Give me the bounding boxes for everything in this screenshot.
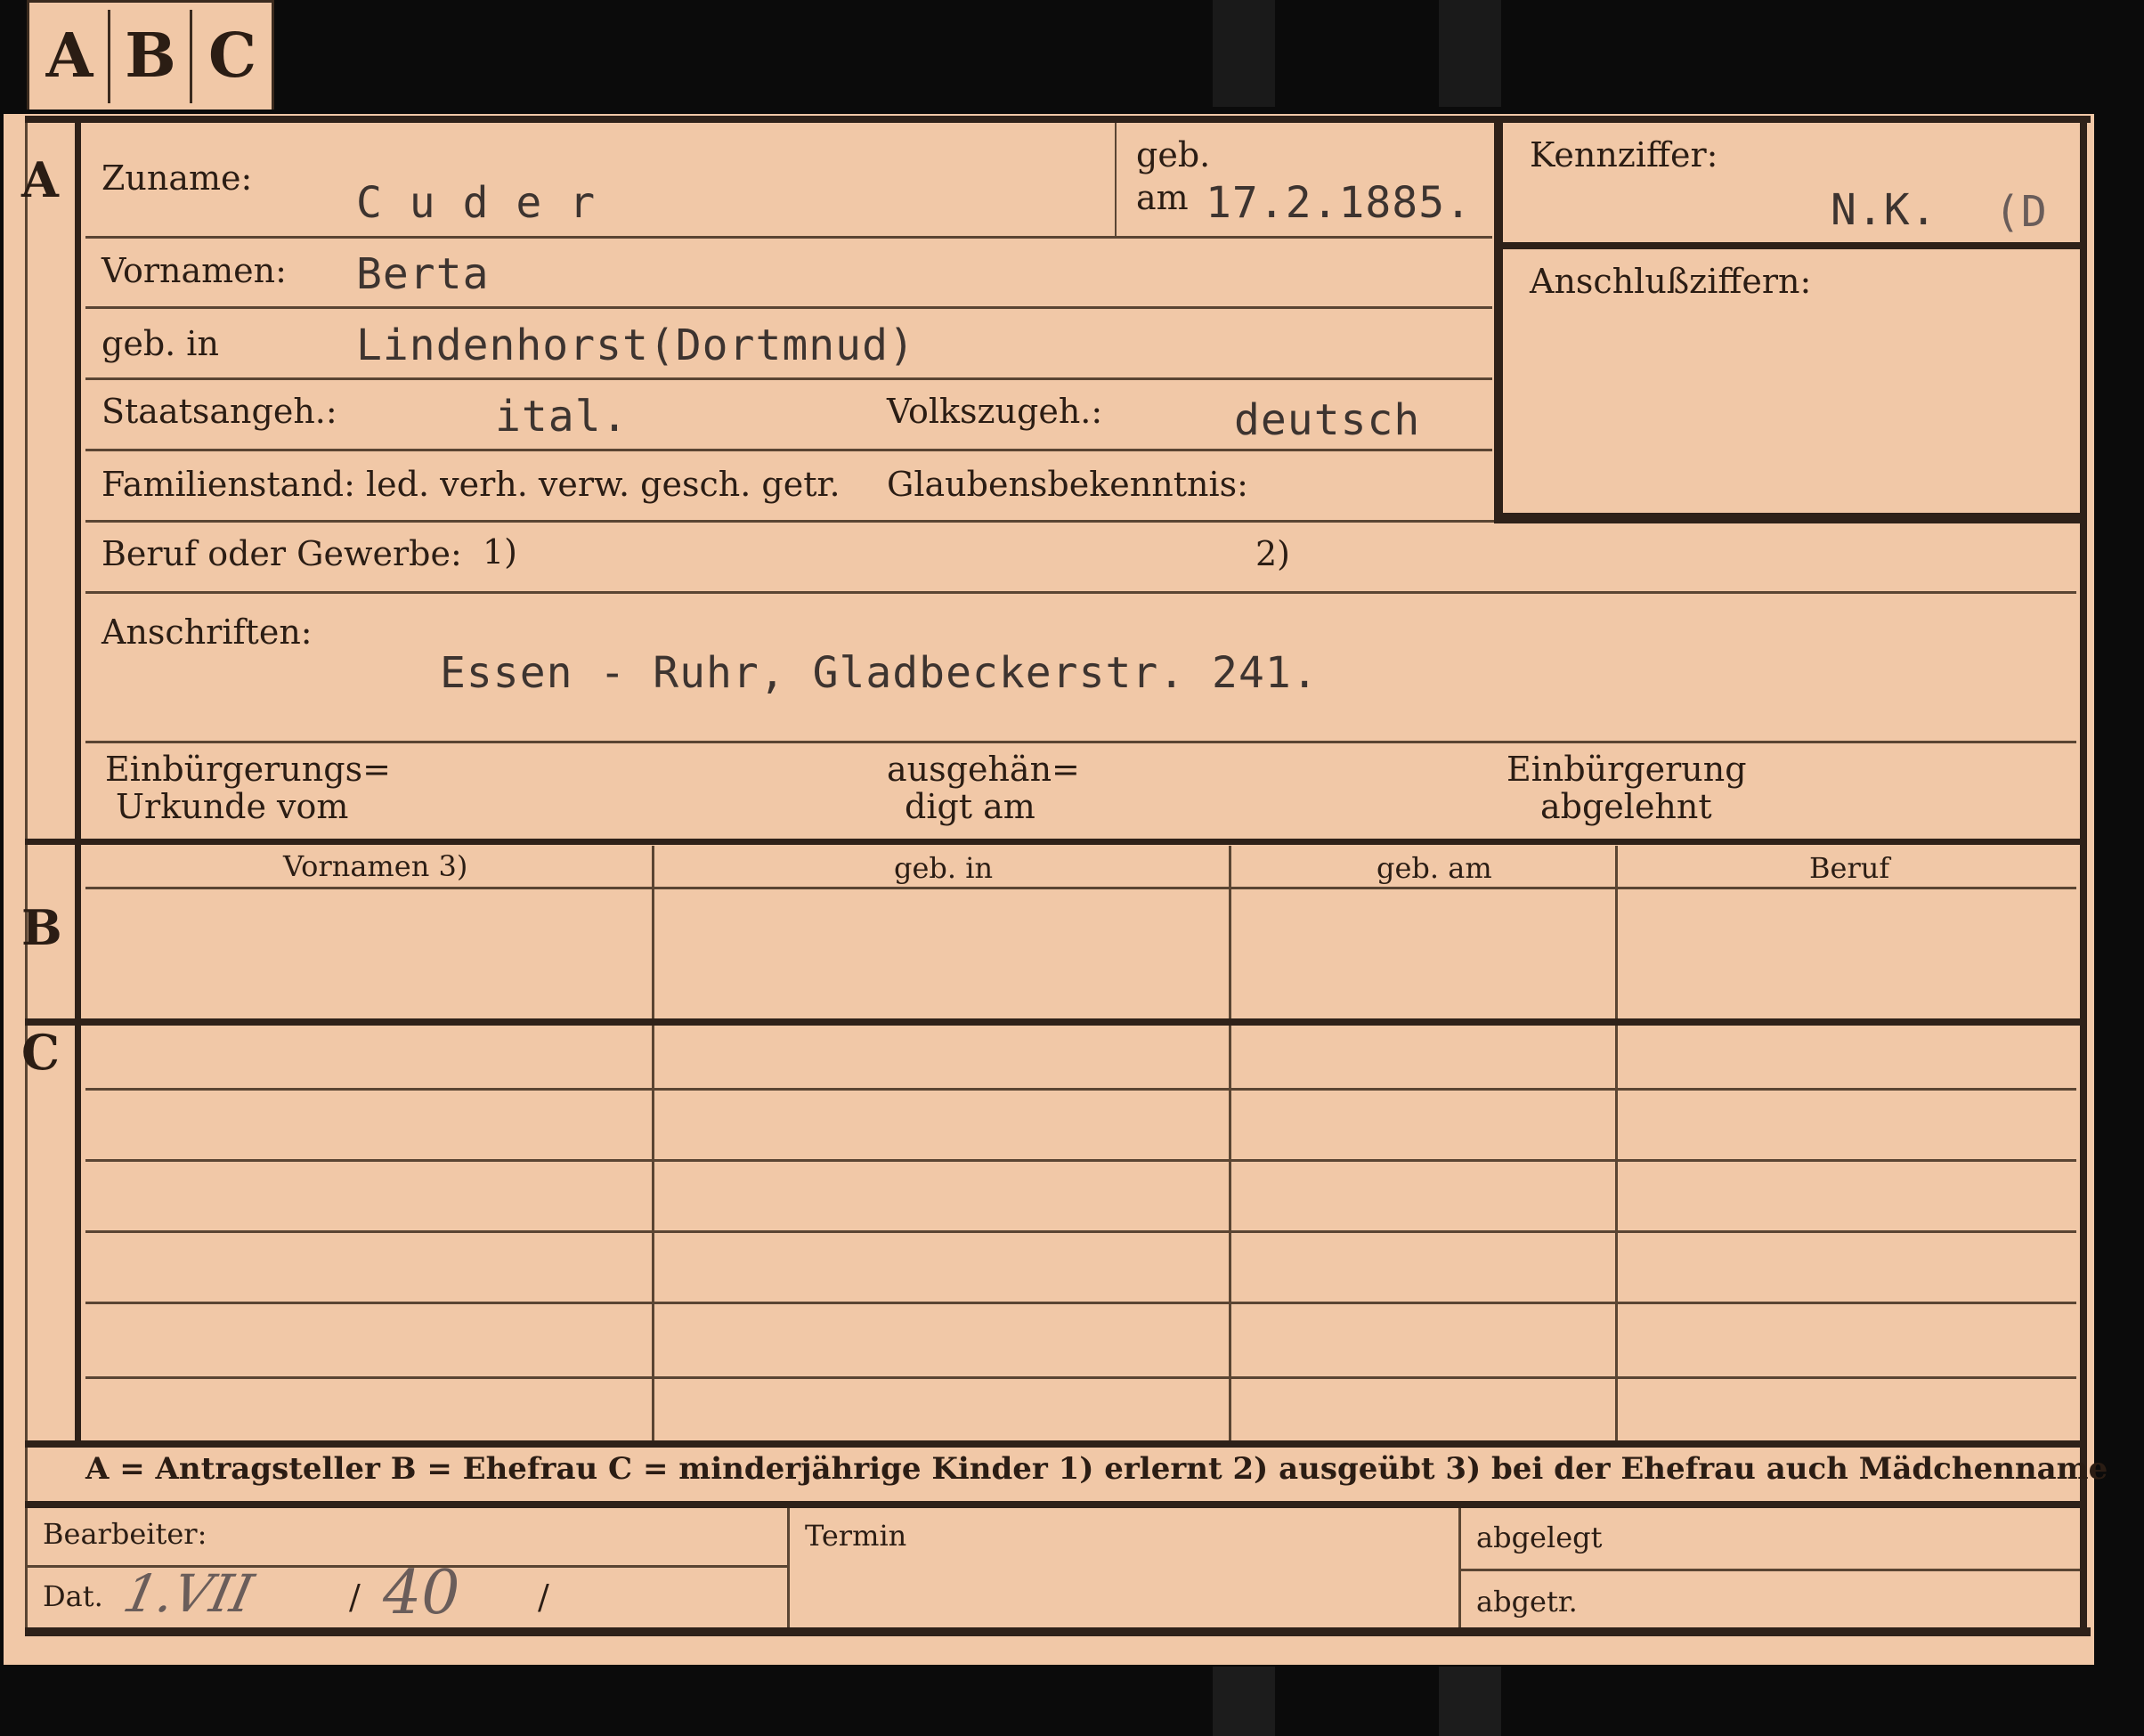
card-right-border xyxy=(2080,116,2087,1629)
row-line xyxy=(85,520,1494,523)
geb-label: geb. xyxy=(1136,135,1211,174)
row-line xyxy=(85,377,1492,380)
column-divider xyxy=(652,846,654,1442)
abc-tab-strip: A B C xyxy=(27,0,274,110)
kennziffer-mark: (D xyxy=(1994,187,2048,237)
beruf-note-2: 2) xyxy=(1255,534,1291,573)
row-line xyxy=(85,306,1492,309)
geb-divider xyxy=(1115,123,1117,237)
volkszugeh-value: deutsch xyxy=(1234,395,1421,445)
column-header-geb-am: geb. am xyxy=(1377,851,1492,885)
legend-text: A = Antragsteller B = Ehefrau C = minder… xyxy=(85,1451,2108,1487)
column-divider xyxy=(1615,846,1618,1442)
section-b-top-border xyxy=(25,839,2087,845)
ausgehaendigt-label-line1: ausgehän= xyxy=(887,750,1080,789)
section-column-divider xyxy=(75,123,81,1440)
dat-handwritten-day: 1.VII xyxy=(118,1563,259,1624)
einbuergerung-abgelehnt-line2: abgelehnt xyxy=(1540,787,1712,826)
kennziffer-box-bottom-border xyxy=(1494,513,2082,523)
child-row-line xyxy=(85,1302,2076,1304)
child-row-line xyxy=(85,1159,2076,1162)
column-header-geb-in: geb. in xyxy=(894,851,994,885)
staatsangeh-value: ital. xyxy=(495,392,629,442)
anschriften-label: Anschriften: xyxy=(102,612,313,652)
binder-clip xyxy=(1439,0,1501,107)
staatsangeh-label: Staatsangeh.: xyxy=(102,392,337,431)
einbuergerung-abgelehnt-line1: Einbürgerung xyxy=(1506,750,1747,789)
footer-row-line xyxy=(1460,1569,2080,1571)
column-divider xyxy=(1229,846,1231,1442)
abgelegt-label: abgelegt xyxy=(1476,1521,1603,1554)
child-row-line xyxy=(85,1230,2076,1233)
anschluss-label: Anschlußziffern: xyxy=(1530,262,1812,301)
column-header-vornamen: Vornamen 3) xyxy=(283,849,468,883)
section-b-marker: B xyxy=(21,899,62,956)
binder-clip xyxy=(1213,1667,1275,1736)
footer-divider xyxy=(787,1508,790,1627)
zuname-label: Zuname: xyxy=(102,158,253,198)
geb-in-label: geb. in xyxy=(102,324,219,363)
ausgehaendigt-label-line2: digt am xyxy=(905,787,1035,826)
termin-label: Termin xyxy=(805,1519,907,1553)
tab-c[interactable]: C xyxy=(192,3,272,110)
row-line xyxy=(85,449,1492,451)
column-header-line xyxy=(85,887,2076,889)
legend-top-border xyxy=(25,1440,2087,1448)
familienstand-label: Familienstand: led. verh. verw. gesch. g… xyxy=(102,465,841,504)
legend-bottom-border xyxy=(25,1501,2087,1508)
row-line xyxy=(85,741,2076,743)
vornamen-value: Berta xyxy=(356,249,490,299)
tab-b[interactable]: B xyxy=(110,3,191,110)
geb-in-value: Lindenhorst(Dortmnud) xyxy=(356,320,915,370)
card-bottom-border xyxy=(25,1627,2091,1636)
row-line xyxy=(85,236,1492,239)
card-left-border xyxy=(25,123,28,1627)
am-label: am xyxy=(1136,178,1189,217)
kennziffer-box-left-border xyxy=(1494,123,1503,523)
registration-card xyxy=(4,114,2094,1665)
einbuergerungs-label-line1: Einbürgerungs= xyxy=(105,750,391,789)
binder-clip xyxy=(1213,0,1275,107)
section-a-marker: A xyxy=(21,151,59,208)
einbuergerungs-label-line2: Urkunde vom xyxy=(116,787,349,826)
beruf-label: Beruf oder Gewerbe: xyxy=(102,534,462,573)
kennziffer-label: Kennziffer: xyxy=(1530,135,1718,174)
beruf-note-1: 1) xyxy=(483,532,518,572)
row-line xyxy=(85,591,2076,594)
footer-divider xyxy=(1458,1508,1461,1627)
anschriften-value: Essen - Ruhr, Gladbeckerstr. 241. xyxy=(440,648,1319,698)
geb-am-value: 17.2.1885. xyxy=(1206,178,1472,228)
bearbeiter-label: Bearbeiter: xyxy=(43,1517,207,1551)
kennziffer-value: N.K. xyxy=(1831,185,1937,235)
binder-clip xyxy=(1439,1667,1501,1736)
kennziffer-divider xyxy=(1503,242,2082,249)
abgetr-label: abgetr. xyxy=(1476,1585,1578,1618)
section-c-top-border xyxy=(25,1018,2087,1026)
child-row-line xyxy=(85,1088,2076,1091)
child-row-line xyxy=(85,1376,2076,1379)
glaubensbekenntnis-label: Glaubensbekenntnis: xyxy=(887,465,1248,504)
vornamen-label: Vornamen: xyxy=(102,251,287,290)
volkszugeh-label: Volkszugeh.: xyxy=(887,392,1103,431)
dat-separator-2: / xyxy=(538,1578,549,1617)
dat-handwritten-year: 40 xyxy=(383,1558,460,1628)
card-top-border xyxy=(25,116,2091,123)
dat-separator-1: / xyxy=(349,1578,361,1617)
column-header-beruf: Beruf xyxy=(1809,851,1890,885)
tab-a[interactable]: A xyxy=(29,3,110,110)
dat-label: Dat. xyxy=(43,1579,103,1613)
zuname-value: C u d e r xyxy=(356,178,597,228)
section-c-marker: C xyxy=(21,1024,60,1081)
